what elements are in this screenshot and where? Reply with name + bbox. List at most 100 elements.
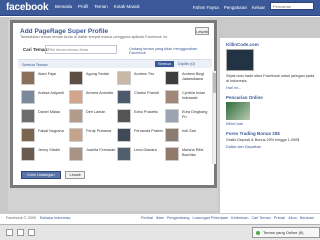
friend-avatar[interactable] bbox=[21, 147, 35, 161]
online-friends-label: Teman yang Online (6) bbox=[263, 230, 304, 235]
friend-avatar[interactable] bbox=[21, 109, 35, 123]
tab-selected[interactable]: Dipilih (0) bbox=[175, 61, 198, 67]
friend-item[interactable]: Cynthia Irvian Indrawati bbox=[165, 90, 211, 108]
friend-avatar[interactable] bbox=[117, 71, 131, 85]
friend-avatar[interactable] bbox=[69, 90, 83, 104]
friend-avatar[interactable] bbox=[117, 109, 131, 123]
notification-icon[interactable] bbox=[28, 229, 35, 236]
applications-icon[interactable] bbox=[6, 229, 13, 236]
friend-name: Chairul Pranidi bbox=[134, 91, 159, 95]
friend-avatar[interactable] bbox=[165, 147, 179, 161]
friend-item[interactable]: Indi Sari bbox=[165, 128, 211, 146]
footer-link[interactable]: Pengembang bbox=[167, 216, 190, 220]
ad-1-image[interactable] bbox=[226, 49, 254, 71]
online-status-icon bbox=[256, 231, 260, 235]
friend-item[interactable]: Faisal Nugraha bbox=[21, 128, 67, 146]
ad-2-image[interactable] bbox=[226, 102, 250, 120]
friend-avatar[interactable] bbox=[117, 147, 131, 161]
skip-button[interactable]: Lewati bbox=[195, 27, 209, 35]
online-friends-button[interactable]: Teman yang Online (6) bbox=[252, 227, 320, 238]
ad-3-title[interactable]: Forex Trading Bonus 25$ bbox=[226, 131, 316, 136]
friend-avatar[interactable] bbox=[69, 147, 83, 161]
friend-item[interactable]: Agung Sedah bbox=[69, 71, 115, 89]
friend-avatar[interactable] bbox=[165, 109, 179, 123]
friend-avatar[interactable] bbox=[21, 90, 35, 104]
friend-avatar[interactable] bbox=[165, 128, 179, 142]
nav-home[interactable]: Beranda bbox=[55, 4, 72, 9]
friend-item[interactable]: Fernanda Pratiwi bbox=[117, 128, 163, 146]
footer-link[interactable]: Akun bbox=[288, 216, 297, 220]
cancel-button[interactable]: Lewati bbox=[65, 171, 85, 179]
scrollbar-thumb[interactable] bbox=[213, 73, 216, 93]
language-link[interactable]: Bahasa Indonesia bbox=[40, 216, 70, 220]
friend-item[interactable]: Chairul Pranidi bbox=[117, 90, 163, 108]
friend-avatar[interactable] bbox=[21, 128, 35, 142]
ad-2-title[interactable]: Pencarian Online bbox=[226, 95, 316, 100]
friend-name: Edra Dingbang Po bbox=[182, 110, 208, 119]
page-footer: Facebook © 2009 Bahasa Indonesia Perihal… bbox=[0, 213, 320, 223]
friend-avatar[interactable] bbox=[165, 90, 179, 104]
friend-item[interactable]: Andrew Bicgi Jadawibawa bbox=[165, 71, 211, 89]
footer-link[interactable]: Lowongan Pekerjaan bbox=[192, 216, 228, 220]
friend-avatar[interactable] bbox=[117, 128, 131, 142]
friend-item[interactable]: Edho Prasetio bbox=[117, 109, 163, 127]
friend-item[interactable]: Anissa Adiyanti bbox=[21, 90, 67, 108]
top-nav: Beranda Profil Teman Kotak Masuk bbox=[55, 4, 140, 9]
friend-avatar[interactable] bbox=[117, 90, 131, 104]
footer-link[interactable]: Perihal bbox=[141, 216, 153, 220]
find-friends-input[interactable]: Pilih teman-teman Anda bbox=[45, 45, 117, 54]
logout-link[interactable]: Keluar bbox=[252, 5, 265, 10]
bookmark-icon[interactable] bbox=[17, 229, 24, 236]
friend-item[interactable]: Jenny Stiabh bbox=[21, 147, 67, 164]
footer-link[interactable]: Bantuan bbox=[300, 216, 314, 220]
friend-item[interactable]: Ferdy Pratama bbox=[69, 128, 115, 146]
ad-1-link[interactable]: Hari ini... bbox=[226, 86, 316, 90]
settings-link[interactable]: Pengaturan bbox=[224, 5, 247, 10]
friend-item[interactable]: Joanita Fernasari bbox=[69, 147, 115, 164]
ad-block-3: Forex Trading Bonus 25$ Gratis Deposit &… bbox=[226, 131, 316, 149]
friend-avatar[interactable] bbox=[69, 71, 83, 85]
friend-name: Daniel Malau bbox=[38, 110, 61, 114]
footer-link[interactable]: Cari Teman bbox=[251, 216, 270, 220]
facebook-top-bar: facebook Beranda Profil Teman Kotak Masu… bbox=[0, 0, 320, 16]
friend-name: Joanita Fernasari bbox=[86, 148, 116, 152]
invite-email-link[interactable]: Undang teman yang tidak menggunakan Face… bbox=[129, 47, 214, 55]
tab-all[interactable]: Semua bbox=[155, 61, 174, 67]
footer-link[interactable]: Ketentuan bbox=[231, 216, 248, 220]
footer-link[interactable]: Iklan bbox=[156, 216, 164, 220]
friend-grid-scrollbar[interactable] bbox=[212, 71, 216, 164]
ad-block-2: Pencarian Online KillinCode bbox=[226, 95, 316, 126]
ad-3-link[interactable]: Daftar dan Dapatkan bbox=[226, 145, 316, 149]
dialog-subtitle: Tambahkan teman-teman Anda di daftar tem… bbox=[20, 35, 168, 39]
friend-item[interactable]: Lena Dianara bbox=[117, 147, 163, 164]
footer-link[interactable]: Privasi bbox=[274, 216, 285, 220]
ad-2-link[interactable]: KillinCode bbox=[226, 122, 316, 126]
nav-friends[interactable]: Teman bbox=[94, 4, 108, 9]
friend-avatar[interactable] bbox=[165, 71, 179, 85]
friend-filter-select[interactable]: Semua Teman bbox=[22, 62, 48, 67]
friend-item[interactable]: Daniel Malau bbox=[21, 109, 67, 127]
friend-item[interactable]: Alam Fajar bbox=[21, 71, 67, 89]
send-invite-button[interactable]: Kirim Undangan Request bbox=[21, 171, 61, 184]
friend-item[interactable]: Ammra Anindita bbox=[69, 90, 115, 108]
friend-name: Alam Fajar bbox=[38, 72, 57, 76]
friend-item[interactable]: Edra Dingbang Po bbox=[165, 109, 211, 127]
ad-1-text: Sejak dulu hadir situs Facebook untuk ja… bbox=[226, 74, 315, 83]
chat-bar-tools bbox=[6, 229, 35, 236]
search-input[interactable]: Pencarian bbox=[270, 2, 314, 10]
friend-avatar[interactable] bbox=[21, 71, 35, 85]
friend-name: Ammra Anindita bbox=[86, 91, 113, 95]
facebook-logo[interactable]: facebook bbox=[6, 2, 49, 13]
friend-name: Andrew Tiro bbox=[134, 72, 155, 76]
chat-bar: Teman yang Online (6) bbox=[0, 224, 320, 240]
friend-name: Lena Dianara bbox=[134, 148, 157, 152]
nav-inbox[interactable]: Kotak Masuk bbox=[114, 4, 140, 9]
nav-profile[interactable]: Profil bbox=[78, 4, 88, 9]
friend-item[interactable]: Deri Lanian bbox=[69, 109, 115, 127]
friend-item[interactable]: Marsha Rifal Bachtiar bbox=[165, 147, 211, 164]
friend-avatar[interactable] bbox=[69, 128, 83, 142]
user-name-link[interactable]: Fahmi Faysa bbox=[193, 5, 219, 10]
friend-avatar[interactable] bbox=[69, 109, 83, 123]
friend-item[interactable]: Andrew Tiro bbox=[117, 71, 163, 89]
ad-1-title[interactable]: KillinCode.com bbox=[226, 42, 316, 47]
